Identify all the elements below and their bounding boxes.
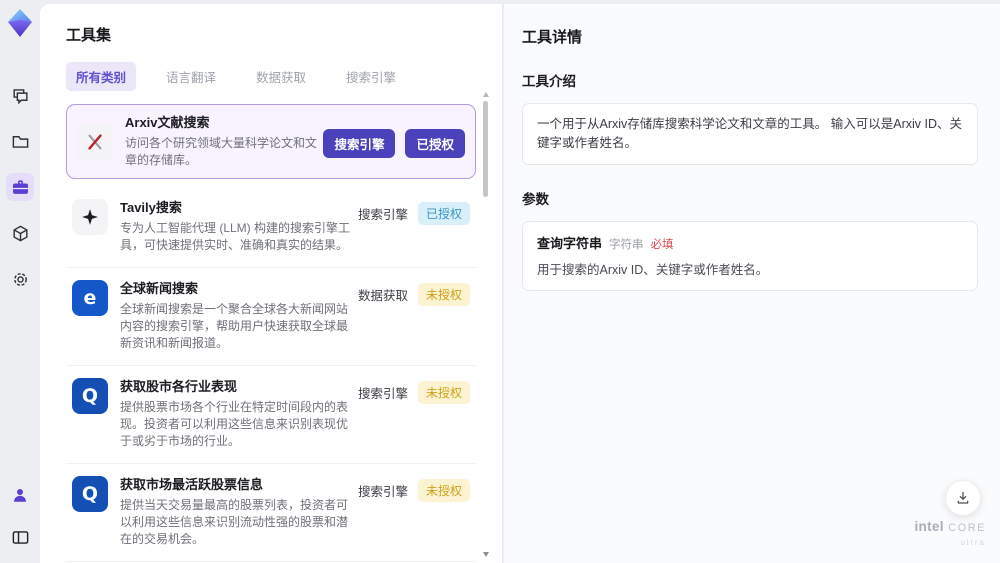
core-logo-text: core (948, 522, 986, 534)
params-heading: 参数 (522, 192, 549, 207)
tool-name: Arxiv文献搜索 (125, 115, 210, 130)
app-logo-icon (7, 9, 33, 37)
auth-status-badge: 未授权 (417, 479, 470, 502)
intro-heading: 工具介绍 (522, 74, 576, 89)
user-icon (11, 486, 29, 504)
settings-nav-button[interactable] (6, 265, 34, 293)
param-required-flag: 必填 (650, 239, 674, 251)
param-type: 字符串 (609, 239, 644, 251)
intel-logo-text: intel (914, 519, 944, 534)
tool-description: 提供股票市场各个行业在特定时间段内的表现。投资者可以利用这些信息来识别表现优于或… (120, 400, 349, 448)
cube-icon (11, 224, 30, 243)
packages-nav-button[interactable] (6, 219, 34, 247)
auth-status-badge: 已授权 (417, 202, 470, 225)
tool-description: 全球新闻搜索是一个聚合全球各大新闻网站内容的搜索引擎，帮助用户快速获取全球最新资… (120, 302, 349, 350)
tool-description: 访问各个研究领域大量科学论文和文章的存储库。 (125, 136, 318, 167)
tool-name: Tavily搜索 (120, 200, 182, 215)
tab-all-categories[interactable]: 所有类别 (66, 62, 137, 91)
arxiv-logo-icon (77, 123, 113, 160)
tab-language-translation[interactable]: 语言翻译 (156, 62, 226, 91)
files-nav-button[interactable] (6, 127, 34, 155)
tool-name: 获取市场最活跃股票信息 (120, 477, 264, 492)
ultra-logo-text: ultra (960, 538, 986, 547)
tool-row-most-active-stocks[interactable]: Q 获取市场最活跃股票信息 提供当天交易量最高的股票列表，投资者可以利用这些信息… (66, 464, 476, 562)
param-box: 查询字符串 字符串 必填 用于搜索的Arxiv ID、关键字或作者姓名。 (522, 221, 978, 291)
category-label: 数据获取 (357, 289, 408, 303)
param-name: 查询字符串 (537, 236, 603, 251)
download-icon (955, 490, 971, 506)
tool-description: 专为人工智能代理 (LLM) 构建的搜索引擎工具，可快速提供实时、准确和真实的结… (120, 221, 351, 252)
category-label: 搜索引擎 (357, 208, 408, 222)
category-badge: 搜索引擎 (323, 128, 396, 158)
tools-nav-button[interactable] (6, 173, 34, 201)
panel-layout-icon (11, 528, 30, 547)
list-scrollbar[interactable] (483, 92, 489, 557)
tool-row-sector-performance[interactable]: Q 获取股市各行业表现 提供股票市场各个行业在特定时间段内的表现。投资者可以利用… (66, 366, 476, 464)
toolbox-icon (11, 178, 30, 197)
scroll-up-arrow-icon[interactable] (483, 92, 489, 97)
category-label: 搜索引擎 (357, 387, 408, 401)
tab-data-fetch[interactable]: 数据获取 (246, 62, 316, 91)
tool-detail-panel: 工具详情 工具介绍 一个用于从Arxiv存储库搜索科学论文和文章的工具。 输入可… (504, 4, 1000, 563)
intel-core-logo: intel core ultra (915, 520, 987, 549)
scroll-down-arrow-icon[interactable] (483, 552, 489, 557)
left-nav-rail (0, 0, 40, 563)
intro-text: 一个用于从Arxiv存储库搜索科学论文和文章的工具。 输入可以是Arxiv ID… (537, 117, 963, 150)
param-description: 用于搜索的Arxiv ID、关键字或作者姓名。 (537, 263, 769, 277)
scrollbar-thumb[interactable] (483, 101, 488, 197)
tool-name: 全球新闻搜索 (120, 281, 199, 296)
stock-app-icon: Q (72, 476, 108, 512)
folder-icon (11, 132, 30, 151)
tavily-star-icon (72, 199, 108, 235)
tab-search-engine[interactable]: 搜索引擎 (336, 62, 406, 91)
category-tabs: 所有类别 语言翻译 数据获取 搜索引擎 (66, 62, 476, 91)
chat-nav-button[interactable] (6, 81, 34, 109)
tool-name: 获取股市各行业表现 (120, 379, 238, 394)
tool-list: Arxiv文献搜索 访问各个研究领域大量科学论文和文章的存储库。 搜索引擎 已授… (66, 104, 476, 563)
tool-row-tavily[interactable]: Tavily搜索 专为人工智能代理 (LLM) 构建的搜索引擎工具，可快速提供实… (66, 187, 476, 268)
auth-status-badge: 未授权 (417, 283, 470, 306)
stock-app-icon: Q (72, 378, 108, 414)
download-button[interactable] (945, 480, 981, 516)
app-window: 工具集 所有类别 语言翻译 数据获取 搜索引擎 Arxiv文献搜索 访问各个研究… (0, 0, 1000, 563)
tool-row-arxiv[interactable]: Arxiv文献搜索 访问各个研究领域大量科学论文和文章的存储库。 搜索引擎 已授… (66, 104, 476, 179)
account-nav-button[interactable] (6, 481, 34, 509)
page-title: 工具集 (66, 27, 112, 44)
tool-row-global-news[interactable]: e 全球新闻搜索 全球新闻搜索是一个聚合全球各大新闻网站内容的搜索引擎，帮助用户… (66, 268, 476, 366)
category-label: 搜索引擎 (357, 485, 408, 499)
tools-list-panel: 工具集 所有类别 语言翻译 数据获取 搜索引擎 Arxiv文献搜索 访问各个研究… (40, 4, 503, 563)
auth-status-badge: 已授权 (405, 128, 465, 158)
news-app-icon: e (72, 280, 108, 316)
chat-icon (11, 86, 30, 105)
detail-panel-title: 工具详情 (522, 29, 583, 46)
intro-box: 一个用于从Arxiv存储库搜索科学论文和文章的工具。 输入可以是Arxiv ID… (522, 103, 978, 165)
auth-status-badge: 未授权 (417, 381, 470, 404)
collapse-panel-button[interactable] (6, 523, 34, 551)
tool-description: 提供当天交易量最高的股票列表，投资者可以利用这些信息来识别流动性强的股票和潜在的… (120, 498, 349, 546)
gear-icon (11, 270, 30, 289)
